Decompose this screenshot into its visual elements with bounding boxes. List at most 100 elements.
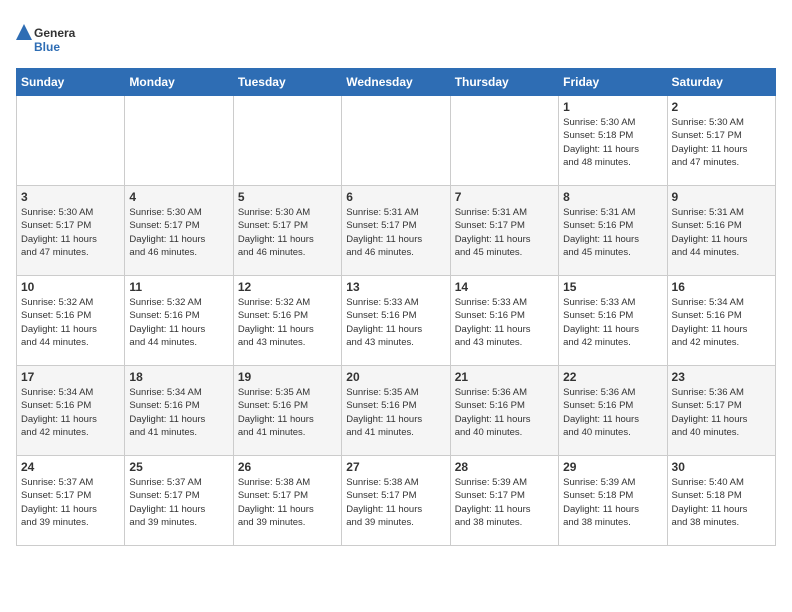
day-number: 18 — [129, 370, 228, 384]
calendar-cell: 20 Sunrise: 5:35 AM Sunset: 5:16 PM Dayli… — [342, 366, 450, 456]
calendar-cell: 9 Sunrise: 5:31 AM Sunset: 5:16 PM Daylig… — [667, 186, 775, 276]
calendar-cell: 24 Sunrise: 5:37 AM Sunset: 5:17 PM Dayli… — [17, 456, 125, 546]
calendar-cell: 25 Sunrise: 5:37 AM Sunset: 5:17 PM Dayli… — [125, 456, 233, 546]
calendar-cell: 1Sunrise: 5:30 AM Sunset: 5:18 PM Daylig… — [559, 96, 667, 186]
day-number: 4 — [129, 190, 228, 204]
calendar-cell — [342, 96, 450, 186]
calendar-cell: 12 Sunrise: 5:32 AM Sunset: 5:16 PM Dayli… — [233, 276, 341, 366]
day-number: 24 — [21, 460, 120, 474]
day-info: Sunrise: 5:32 AM Sunset: 5:16 PM Dayligh… — [129, 296, 228, 349]
day-info: Sunrise: 5:30 AM Sunset: 5:17 PM Dayligh… — [129, 206, 228, 259]
day-info: Sunrise: 5:34 AM Sunset: 5:16 PM Dayligh… — [672, 296, 771, 349]
day-info: Sunrise: 5:34 AM Sunset: 5:16 PM Dayligh… — [129, 386, 228, 439]
day-number: 1 — [563, 100, 662, 114]
calendar-cell — [17, 96, 125, 186]
day-number: 23 — [672, 370, 771, 384]
day-info: Sunrise: 5:35 AM Sunset: 5:16 PM Dayligh… — [238, 386, 337, 439]
calendar-cell: 30Sunrise: 5:40 AM Sunset: 5:18 PM Dayli… — [667, 456, 775, 546]
calendar-week-1: 1Sunrise: 5:30 AM Sunset: 5:18 PM Daylig… — [17, 96, 776, 186]
calendar-cell: 19 Sunrise: 5:35 AM Sunset: 5:16 PM Dayli… — [233, 366, 341, 456]
calendar-cell: 7 Sunrise: 5:31 AM Sunset: 5:17 PM Daylig… — [450, 186, 558, 276]
calendar-cell — [450, 96, 558, 186]
calendar-cell: 13Sunrise: 5:33 AM Sunset: 5:16 PM Dayli… — [342, 276, 450, 366]
day-number: 9 — [672, 190, 771, 204]
calendar-cell: 10 Sunrise: 5:32 AM Sunset: 5:16 PM Dayli… — [17, 276, 125, 366]
calendar-cell — [233, 96, 341, 186]
day-number: 17 — [21, 370, 120, 384]
day-info: Sunrise: 5:32 AM Sunset: 5:16 PM Dayligh… — [238, 296, 337, 349]
calendar-week-3: 10 Sunrise: 5:32 AM Sunset: 5:16 PM Dayli… — [17, 276, 776, 366]
day-number: 5 — [238, 190, 337, 204]
day-number: 11 — [129, 280, 228, 294]
calendar-cell: 27 Sunrise: 5:38 AM Sunset: 5:17 PM Dayli… — [342, 456, 450, 546]
day-info: Sunrise: 5:34 AM Sunset: 5:16 PM Dayligh… — [21, 386, 120, 439]
day-number: 21 — [455, 370, 554, 384]
day-info: Sunrise: 5:33 AM Sunset: 5:16 PM Dayligh… — [455, 296, 554, 349]
day-info: Sunrise: 5:32 AM Sunset: 5:16 PM Dayligh… — [21, 296, 120, 349]
day-number: 25 — [129, 460, 228, 474]
calendar-week-5: 24 Sunrise: 5:37 AM Sunset: 5:17 PM Dayli… — [17, 456, 776, 546]
day-info: Sunrise: 5:37 AM Sunset: 5:17 PM Dayligh… — [129, 476, 228, 529]
day-info: Sunrise: 5:31 AM Sunset: 5:16 PM Dayligh… — [672, 206, 771, 259]
day-number: 20 — [346, 370, 445, 384]
day-number: 30 — [672, 460, 771, 474]
day-number: 7 — [455, 190, 554, 204]
calendar-cell: 26Sunrise: 5:38 AM Sunset: 5:17 PM Dayli… — [233, 456, 341, 546]
day-number: 2 — [672, 100, 771, 114]
day-info: Sunrise: 5:30 AM Sunset: 5:17 PM Dayligh… — [21, 206, 120, 259]
calendar-cell — [125, 96, 233, 186]
day-number: 27 — [346, 460, 445, 474]
calendar-cell: 3Sunrise: 5:30 AM Sunset: 5:17 PM Daylig… — [17, 186, 125, 276]
calendar-cell: 6Sunrise: 5:31 AM Sunset: 5:17 PM Daylig… — [342, 186, 450, 276]
day-number: 14 — [455, 280, 554, 294]
weekday-header-thursday: Thursday — [450, 69, 558, 96]
day-number: 10 — [21, 280, 120, 294]
weekday-header-wednesday: Wednesday — [342, 69, 450, 96]
calendar-cell: 21 Sunrise: 5:36 AM Sunset: 5:16 PM Dayli… — [450, 366, 558, 456]
calendar-week-4: 17 Sunrise: 5:34 AM Sunset: 5:16 PM Dayli… — [17, 366, 776, 456]
calendar-cell: 4 Sunrise: 5:30 AM Sunset: 5:17 PM Daylig… — [125, 186, 233, 276]
day-info: Sunrise: 5:31 AM Sunset: 5:17 PM Dayligh… — [455, 206, 554, 259]
day-number: 19 — [238, 370, 337, 384]
day-number: 28 — [455, 460, 554, 474]
day-info: Sunrise: 5:36 AM Sunset: 5:17 PM Dayligh… — [672, 386, 771, 439]
svg-text:Blue: Blue — [34, 40, 60, 54]
calendar-cell: 18 Sunrise: 5:34 AM Sunset: 5:16 PM Dayli… — [125, 366, 233, 456]
day-info: Sunrise: 5:39 AM Sunset: 5:17 PM Dayligh… — [455, 476, 554, 529]
day-info: Sunrise: 5:39 AM Sunset: 5:18 PM Dayligh… — [563, 476, 662, 529]
day-number: 29 — [563, 460, 662, 474]
day-info: Sunrise: 5:36 AM Sunset: 5:16 PM Dayligh… — [455, 386, 554, 439]
day-info: Sunrise: 5:37 AM Sunset: 5:17 PM Dayligh… — [21, 476, 120, 529]
calendar-cell: 17 Sunrise: 5:34 AM Sunset: 5:16 PM Dayli… — [17, 366, 125, 456]
weekday-header-sunday: Sunday — [17, 69, 125, 96]
weekday-header-row: SundayMondayTuesdayWednesdayThursdayFrid… — [17, 69, 776, 96]
day-number: 16 — [672, 280, 771, 294]
calendar-cell: 11 Sunrise: 5:32 AM Sunset: 5:16 PM Dayli… — [125, 276, 233, 366]
weekday-header-saturday: Saturday — [667, 69, 775, 96]
day-info: Sunrise: 5:33 AM Sunset: 5:16 PM Dayligh… — [346, 296, 445, 349]
day-info: Sunrise: 5:30 AM Sunset: 5:17 PM Dayligh… — [672, 116, 771, 169]
weekday-header-tuesday: Tuesday — [233, 69, 341, 96]
day-number: 6 — [346, 190, 445, 204]
calendar-cell: 15 Sunrise: 5:33 AM Sunset: 5:16 PM Dayli… — [559, 276, 667, 366]
calendar-cell: 8 Sunrise: 5:31 AM Sunset: 5:16 PM Daylig… — [559, 186, 667, 276]
calendar-cell: 28 Sunrise: 5:39 AM Sunset: 5:17 PM Dayli… — [450, 456, 558, 546]
calendar-cell: 16 Sunrise: 5:34 AM Sunset: 5:16 PM Dayli… — [667, 276, 775, 366]
calendar-cell: 2 Sunrise: 5:30 AM Sunset: 5:17 PM Daylig… — [667, 96, 775, 186]
day-info: Sunrise: 5:35 AM Sunset: 5:16 PM Dayligh… — [346, 386, 445, 439]
day-number: 8 — [563, 190, 662, 204]
logo: General Blue — [16, 20, 76, 60]
weekday-header-friday: Friday — [559, 69, 667, 96]
day-info: Sunrise: 5:38 AM Sunset: 5:17 PM Dayligh… — [346, 476, 445, 529]
day-info: Sunrise: 5:30 AM Sunset: 5:17 PM Dayligh… — [238, 206, 337, 259]
day-number: 12 — [238, 280, 337, 294]
day-info: Sunrise: 5:33 AM Sunset: 5:16 PM Dayligh… — [563, 296, 662, 349]
calendar-cell: 29 Sunrise: 5:39 AM Sunset: 5:18 PM Dayli… — [559, 456, 667, 546]
day-number: 15 — [563, 280, 662, 294]
calendar-cell: 23 Sunrise: 5:36 AM Sunset: 5:17 PM Dayli… — [667, 366, 775, 456]
calendar-cell: 14 Sunrise: 5:33 AM Sunset: 5:16 PM Dayli… — [450, 276, 558, 366]
calendar-table: SundayMondayTuesdayWednesdayThursdayFrid… — [16, 68, 776, 546]
day-info: Sunrise: 5:31 AM Sunset: 5:16 PM Dayligh… — [563, 206, 662, 259]
calendar-cell: 5 Sunrise: 5:30 AM Sunset: 5:17 PM Daylig… — [233, 186, 341, 276]
weekday-header-monday: Monday — [125, 69, 233, 96]
